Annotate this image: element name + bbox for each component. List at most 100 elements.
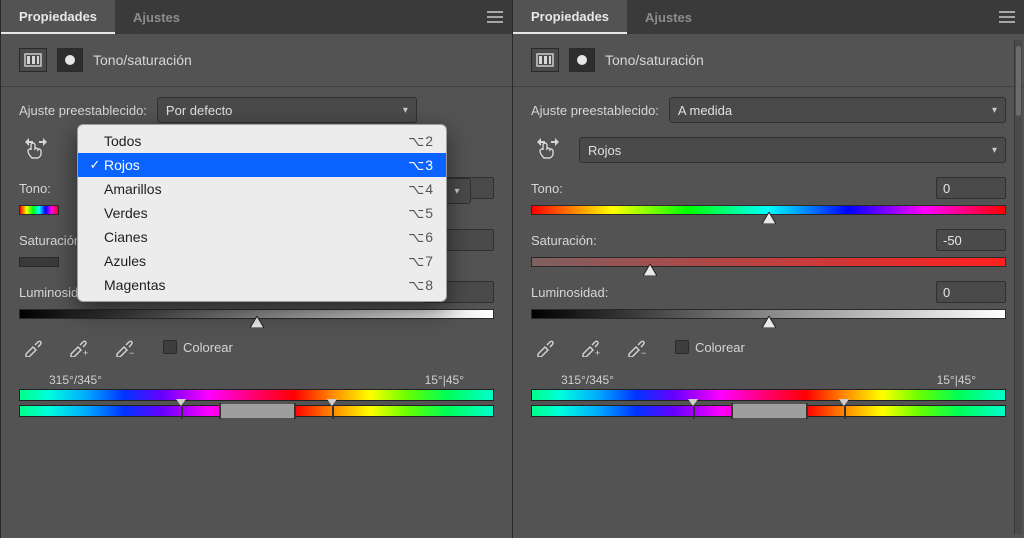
checkbox-box [163, 340, 177, 354]
dropdown-item-shortcut: ⌥6 [408, 229, 434, 246]
dropdown-item-shortcut: ⌥4 [408, 181, 434, 198]
dropdown-item-amarillos[interactable]: Amarillos⌥4 [78, 177, 446, 201]
hue-label: Tono: [19, 181, 51, 196]
dropdown-item-todos[interactable]: Todos⌥2 [78, 129, 446, 153]
saturation-label: Saturación: [19, 233, 85, 248]
colorize-label: Colorear [183, 340, 233, 355]
slider-thumb-icon[interactable] [762, 212, 776, 224]
dropdown-item-label: Verdes [104, 205, 408, 221]
range-strip-bottom[interactable] [531, 405, 1006, 417]
dropdown-item-azules[interactable]: Azules⌥7 [78, 249, 446, 273]
hue-value[interactable]: 0 [936, 177, 1006, 199]
dropdown-item-shortcut: ⌥3 [408, 157, 434, 174]
colorize-checkbox[interactable]: Colorear [163, 340, 233, 355]
adjustment-title: Tono/saturación [605, 52, 704, 68]
panel-menu-icon[interactable] [990, 0, 1024, 34]
dropdown-item-cianes[interactable]: Cianes⌥6 [78, 225, 446, 249]
vertical-scrollbar[interactable] [1014, 40, 1022, 534]
preset-label: Ajuste preestablecido: [531, 103, 659, 118]
color-range-row: Rojos ▾ [531, 135, 1006, 165]
dropdown-item-label: Todos [104, 133, 408, 149]
eyedropper-subtract-icon[interactable]: − [111, 333, 139, 361]
range-label-right: 15°|45° [425, 373, 464, 387]
luminosity-track[interactable] [531, 309, 1006, 319]
hue-sat-icon [531, 48, 559, 72]
tab-bar: Propiedades Ajustes [1, 0, 512, 34]
dropdown-item-shortcut: ⌥5 [408, 205, 434, 222]
tab-properties-label: Propiedades [19, 9, 97, 24]
tab-adjustments-label: Ajustes [645, 10, 692, 25]
dropdown-item-rojos[interactable]: ✓Rojos⌥3 [78, 153, 446, 177]
saturation-value[interactable]: -50 [936, 229, 1006, 251]
tab-adjustments[interactable]: Ajustes [627, 0, 710, 34]
colorize-label: Colorear [695, 340, 745, 355]
hue-track[interactable] [531, 205, 1006, 215]
eyedropper-row: + − Colorear [531, 333, 1006, 361]
range-strip-top[interactable] [531, 389, 1006, 401]
tab-properties[interactable]: Propiedades [513, 0, 627, 34]
adjustment-header: Tono/saturación [513, 34, 1024, 78]
range-label-left: 315°/345° [49, 373, 102, 387]
slider-thumb-icon[interactable] [250, 316, 264, 328]
targeted-adjust-icon[interactable] [19, 135, 53, 165]
range-degree-labels: 315°/345° 15°|45° [19, 373, 494, 389]
panel-right: Propiedades Ajustes Tono/saturación Ajus… [512, 0, 1024, 538]
hue-track[interactable] [19, 205, 59, 215]
luminosity-label: Luminosidad: [531, 285, 608, 300]
luminosity-slider-group: Luminosidad: 0 [531, 281, 1006, 319]
svg-text:−: − [641, 348, 646, 357]
eyedropper-icon[interactable] [19, 333, 47, 361]
slider-thumb-icon[interactable] [643, 264, 657, 276]
svg-text:+: + [595, 348, 600, 357]
eyedropper-icon[interactable] [531, 333, 559, 361]
layer-mask-icon [57, 48, 83, 72]
luminosity-track[interactable] [19, 309, 494, 319]
range-label-right: 15°|45° [937, 373, 976, 387]
tab-properties-label: Propiedades [531, 9, 609, 24]
range-strip-top[interactable] [19, 389, 494, 401]
checkbox-box [675, 340, 689, 354]
dropdown-item-verdes[interactable]: Verdes⌥5 [78, 201, 446, 225]
color-range-select-edge[interactable]: ▾ [443, 178, 471, 204]
colorize-checkbox[interactable]: Colorear [675, 340, 745, 355]
chevron-down-icon: ▾ [454, 186, 459, 197]
preset-select[interactable]: Por defecto ▾ [157, 97, 417, 123]
color-range-select-value: Rojos [588, 143, 621, 158]
panel-body-right: Ajuste preestablecido: A medida ▾ Rojos … [513, 86, 1024, 417]
tab-properties[interactable]: Propiedades [1, 0, 115, 34]
color-range-select[interactable]: Rojos ▾ [579, 137, 1006, 163]
preset-row: Ajuste preestablecido: A medida ▾ [531, 97, 1006, 123]
range-degree-labels: 315°/345° 15°|45° [531, 373, 1006, 389]
dropdown-item-label: Rojos [104, 157, 408, 173]
eyedropper-add-icon[interactable]: + [65, 333, 93, 361]
svg-text:−: − [129, 348, 134, 357]
adjustment-title: Tono/saturación [93, 52, 192, 68]
tab-bar: Propiedades Ajustes [513, 0, 1024, 34]
hue-label: Tono: [531, 181, 563, 196]
preset-select-value: A medida [678, 103, 732, 118]
saturation-track[interactable] [19, 257, 59, 267]
range-strip-bottom[interactable] [19, 405, 494, 417]
eyedropper-add-icon[interactable]: + [577, 333, 605, 361]
saturation-label: Saturación: [531, 233, 597, 248]
preset-label: Ajuste preestablecido: [19, 103, 147, 118]
saturation-track[interactable] [531, 257, 1006, 267]
dropdown-item-label: Azules [104, 253, 408, 269]
slider-thumb-icon[interactable] [762, 316, 776, 328]
luminosity-value[interactable]: 0 [936, 281, 1006, 303]
eyedropper-subtract-icon[interactable]: − [623, 333, 651, 361]
dropdown-item-shortcut: ⌥2 [408, 133, 434, 150]
hue-sat-icon [19, 48, 47, 72]
panel-left: Propiedades Ajustes Tono/saturación Ajus… [0, 0, 512, 538]
preset-select[interactable]: A medida ▾ [669, 97, 1006, 123]
tab-adjustments-label: Ajustes [133, 10, 180, 25]
svg-text:+: + [83, 348, 88, 357]
tab-adjustments[interactable]: Ajustes [115, 0, 198, 34]
eyedropper-row: + − Colorear [19, 333, 494, 361]
panel-menu-icon[interactable] [478, 0, 512, 34]
scrollbar-handle[interactable] [1016, 46, 1021, 116]
chevron-down-icon: ▾ [403, 105, 408, 116]
dropdown-item-magentas[interactable]: Magentas⌥8 [78, 273, 446, 297]
color-range-dropdown: Todos⌥2✓Rojos⌥3Amarillos⌥4Verdes⌥5Cianes… [77, 124, 447, 302]
targeted-adjust-icon[interactable] [531, 135, 565, 165]
